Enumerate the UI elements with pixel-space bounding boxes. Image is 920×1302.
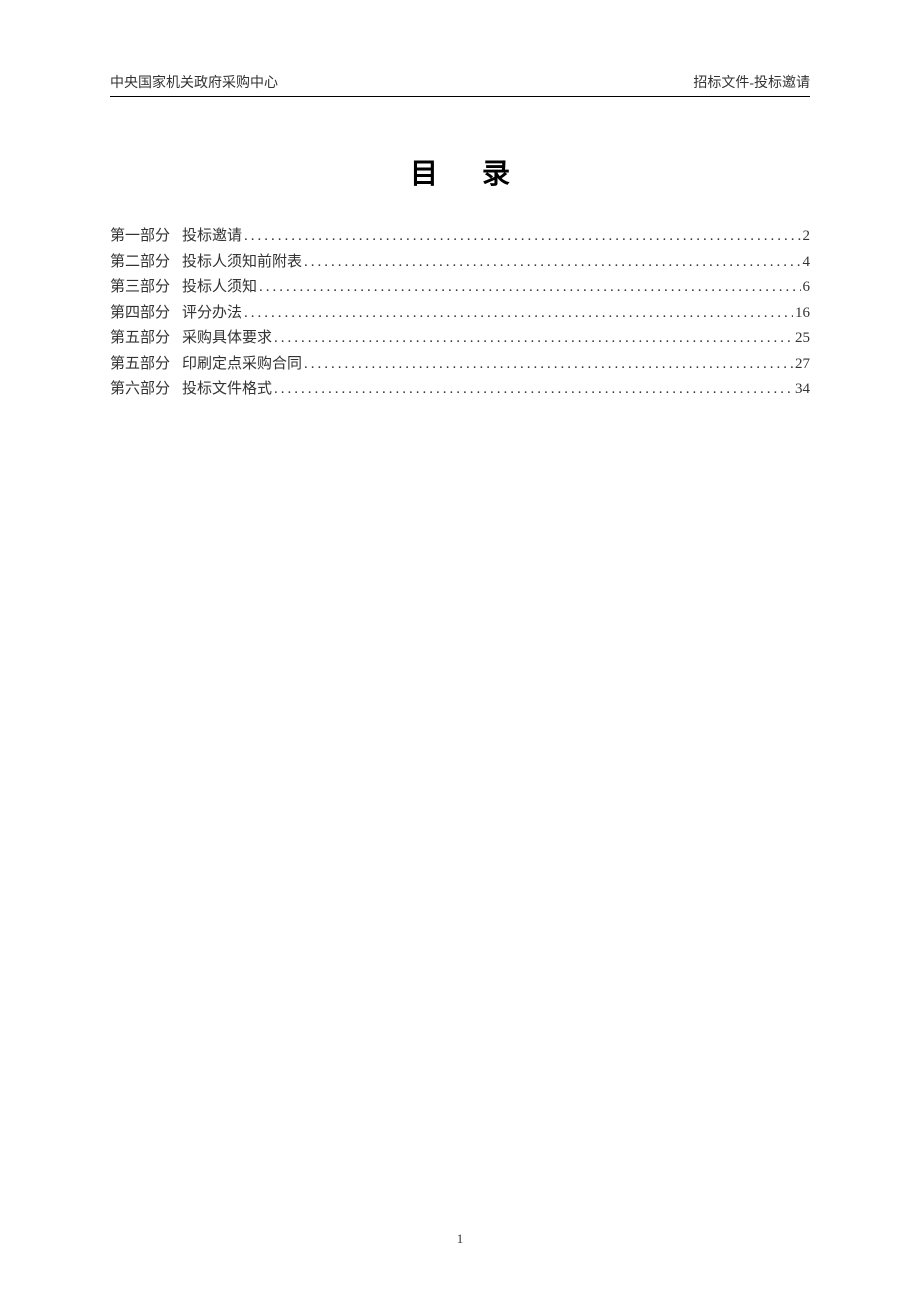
toc-section-label: 第五部分	[110, 352, 170, 378]
toc-entry: 第五部分 印刷定点采购合同 27	[110, 352, 810, 378]
toc-section-label: 第五部分	[110, 326, 170, 352]
toc-entry: 第五部分 采购具体要求 25	[110, 326, 810, 352]
toc-section-label: 第六部分	[110, 377, 170, 403]
toc-item-title: 评分办法	[182, 301, 242, 327]
toc-title-heading: 目录	[110, 152, 810, 192]
document-page: 中央国家机关政府采购中心 招标文件-投标邀请 目录 第一部分 投标邀请 2 第二…	[0, 0, 920, 1302]
footer-page-number: 1	[457, 1231, 464, 1246]
table-of-contents: 第一部分 投标邀请 2 第二部分 投标人须知前附表 4 第三部分 投标人须知 6…	[110, 224, 810, 403]
toc-dot-leader	[244, 224, 800, 250]
toc-item-title: 印刷定点采购合同	[182, 352, 302, 378]
header-left-text: 中央国家机关政府采购中心	[110, 72, 278, 92]
toc-dot-leader	[304, 352, 793, 378]
toc-page-number: 4	[803, 250, 811, 276]
header-right-text: 招标文件-投标邀请	[693, 72, 810, 92]
toc-section-label: 第三部分	[110, 275, 170, 301]
toc-dot-leader	[259, 275, 800, 301]
toc-item-title: 投标人须知前附表	[182, 250, 302, 276]
toc-dot-leader	[244, 301, 793, 327]
page-footer: 1	[0, 1231, 920, 1247]
toc-item-title: 投标人须知	[182, 275, 257, 301]
page-header: 中央国家机关政府采购中心 招标文件-投标邀请	[110, 72, 810, 97]
toc-page-number: 27	[795, 352, 810, 378]
toc-section-label: 第四部分	[110, 301, 170, 327]
toc-page-number: 25	[795, 326, 810, 352]
toc-page-number: 6	[803, 275, 811, 301]
toc-section-label: 第一部分	[110, 224, 170, 250]
toc-entry: 第四部分 评分办法 16	[110, 301, 810, 327]
toc-page-number: 2	[803, 224, 811, 250]
toc-entry: 第二部分 投标人须知前附表 4	[110, 250, 810, 276]
toc-entry: 第一部分 投标邀请 2	[110, 224, 810, 250]
toc-page-number: 16	[795, 301, 810, 327]
toc-entry: 第六部分 投标文件格式 34	[110, 377, 810, 403]
toc-entry: 第三部分 投标人须知 6	[110, 275, 810, 301]
toc-item-title: 投标文件格式	[182, 377, 272, 403]
toc-dot-leader	[304, 250, 800, 276]
toc-item-title: 投标邀请	[182, 224, 242, 250]
toc-section-label: 第二部分	[110, 250, 170, 276]
toc-dot-leader	[274, 377, 793, 403]
toc-page-number: 34	[795, 377, 810, 403]
toc-item-title: 采购具体要求	[182, 326, 272, 352]
toc-dot-leader	[274, 326, 793, 352]
